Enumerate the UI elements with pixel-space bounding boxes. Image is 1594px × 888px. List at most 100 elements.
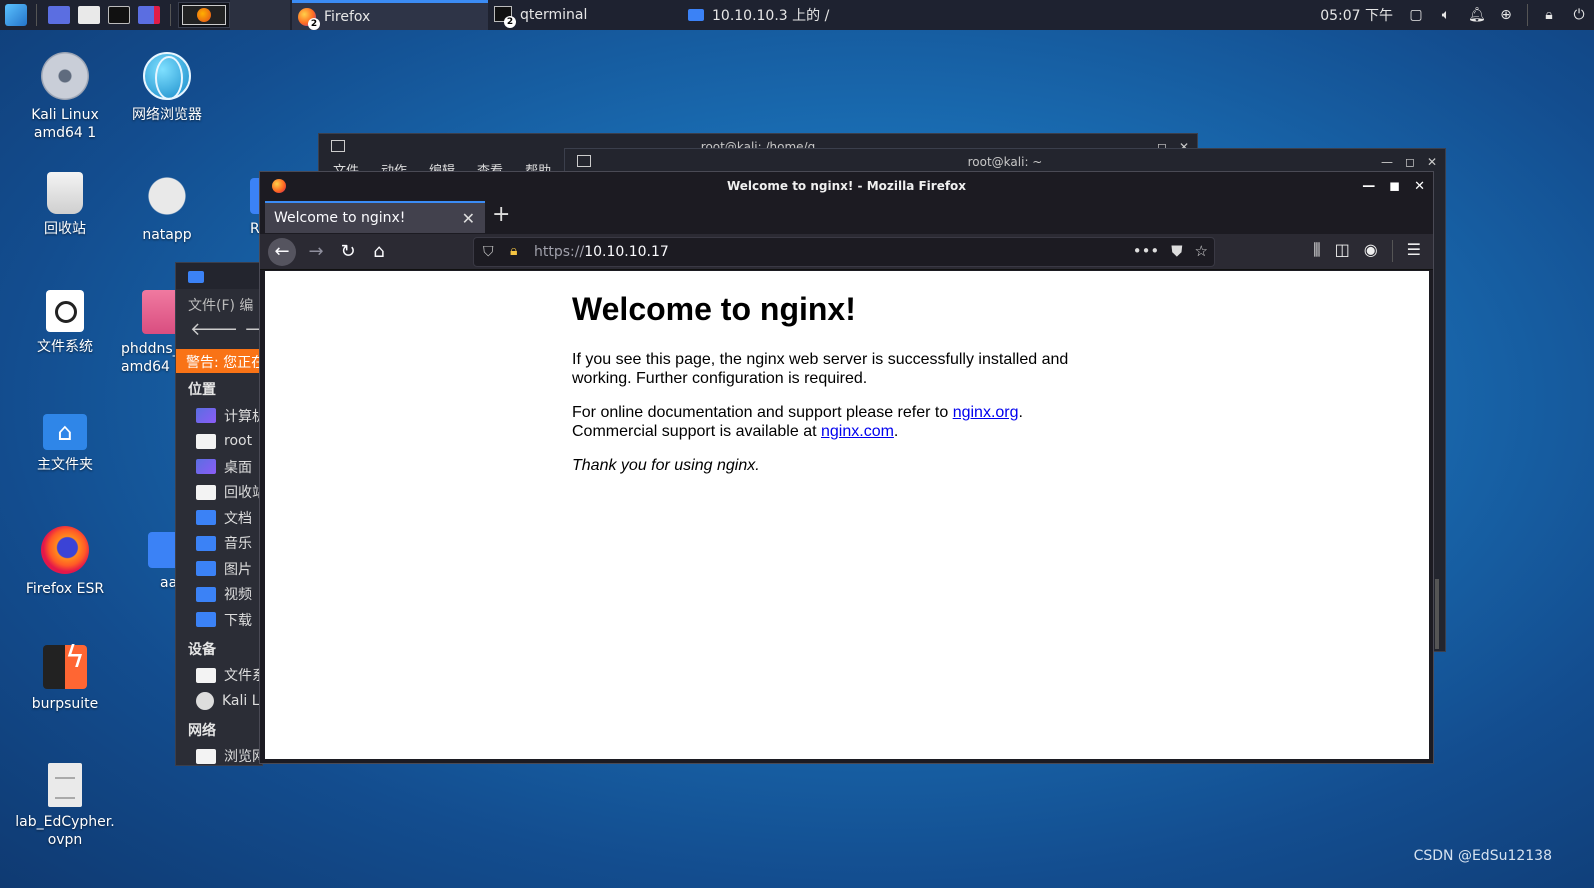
sidebar-item-desktop[interactable]: 桌面 bbox=[176, 454, 262, 480]
back-arrow-icon[interactable]: 🡐 bbox=[190, 319, 238, 340]
notification-bell-icon[interactable]: 🔔︎ bbox=[1468, 7, 1486, 23]
firefox-window[interactable]: Welcome to nginx! - Mozilla Firefox — ◼ … bbox=[259, 171, 1434, 764]
url-text[interactable]: https://10.10.10.17 bbox=[534, 244, 669, 260]
close-icon[interactable]: ✕ bbox=[1427, 155, 1437, 169]
account-icon[interactable]: ◉ bbox=[1364, 240, 1378, 262]
file-manager-window[interactable]: 文件(F) 编 🡐 🡒 警告: 您正在 位置 计算机 root 桌面 回收站 文… bbox=[175, 262, 263, 766]
desktop-icon-label: 文件系统 bbox=[37, 339, 93, 355]
task-file-manager[interactable]: 10.10.10.3 上的 / bbox=[682, 0, 882, 30]
sidebar-item-computer[interactable]: 计算机 bbox=[176, 403, 262, 429]
filesystem-icon bbox=[46, 290, 84, 332]
desktop-icon-ovpn-file[interactable]: lab_EdCypher.ovpn bbox=[15, 763, 115, 849]
window-count-badge: 2 bbox=[308, 17, 320, 30]
sidebar-toggle-icon[interactable]: ◫ bbox=[1335, 240, 1350, 262]
maximize-icon[interactable]: ◻ bbox=[1405, 155, 1415, 169]
folder-icon bbox=[688, 9, 704, 21]
tab-strip: Welcome to nginx! ✕ + bbox=[260, 200, 1433, 234]
thanks-text: Thank you for using nginx. bbox=[572, 457, 760, 474]
reload-button[interactable]: ↻ bbox=[334, 238, 362, 266]
file-manager-menubar[interactable]: 文件(F) 编 bbox=[176, 289, 262, 319]
thanks-message: Thank you for using nginx. bbox=[572, 456, 1082, 475]
nginx-com-link[interactable]: nginx.com bbox=[821, 423, 894, 440]
nginx-org-link[interactable]: nginx.org bbox=[953, 404, 1019, 421]
lock-screen-icon[interactable]: 🔒︎ bbox=[1541, 7, 1557, 23]
sidebar-item-music[interactable]: 音乐 bbox=[176, 531, 262, 557]
desktop-icon-burpsuite[interactable]: burpsuite bbox=[15, 645, 115, 713]
minimize-icon[interactable]: — bbox=[1381, 155, 1393, 169]
terminal-scrollbar[interactable] bbox=[1435, 579, 1439, 649]
toolbar-separator bbox=[1391, 240, 1393, 262]
desktop-icon-trash[interactable]: 回收站 bbox=[15, 172, 115, 238]
sidebar-item-documents[interactable]: 文档 bbox=[176, 505, 262, 531]
close-icon[interactable]: ✕ bbox=[1414, 179, 1425, 194]
file-manager-launcher[interactable] bbox=[78, 3, 102, 27]
sidebar-item-root[interactable]: root bbox=[176, 429, 262, 455]
sidebar-item-label: 浏览网络 bbox=[224, 749, 262, 766]
sidebar-item-label: root bbox=[224, 433, 253, 450]
sidebar-item-pictures[interactable]: 图片 bbox=[176, 556, 262, 582]
sidebar-item-downloads[interactable]: 下载 bbox=[176, 607, 262, 633]
page-content: Welcome to nginx! If you see this page, … bbox=[265, 271, 1429, 759]
home-button[interactable]: ⌂ bbox=[365, 238, 393, 266]
desktop-icon-web-browser[interactable]: 网络浏览器 bbox=[117, 52, 217, 124]
workspace-switcher[interactable] bbox=[178, 2, 230, 28]
sidebar-item-kali-disc[interactable]: Kali L bbox=[176, 688, 262, 714]
desktop-icon-phddns[interactable]: phddns_ amd64 bbox=[117, 290, 177, 376]
insecure-lock-warning-icon[interactable]: 🔒︎ bbox=[510, 243, 517, 259]
task-firefox[interactable]: 2 Firefox bbox=[292, 0, 488, 30]
pocket-icon[interactable]: ⛊ bbox=[1171, 242, 1182, 260]
url-bar[interactable]: ⛉ 🔒︎ https://10.10.10.17 ••• ⛊ ☆ bbox=[473, 237, 1215, 267]
desktop-icon-label: lab_EdCypher.ovpn bbox=[15, 814, 115, 848]
sidebar-item-label: 计算机 bbox=[224, 408, 263, 425]
terminal-launcher[interactable] bbox=[108, 3, 132, 27]
desktop-icon-firefox-esr[interactable]: Firefox ESR bbox=[15, 526, 115, 598]
sidebar-item-label: 回收站 bbox=[224, 485, 263, 502]
desktop-icon-kali-linux[interactable]: Kali Linux amd64 1 bbox=[15, 52, 115, 142]
taskbar-separator bbox=[36, 4, 37, 26]
close-tab-icon[interactable]: ✕ bbox=[462, 209, 475, 228]
nginx-welcome: Welcome to nginx! If you see this page, … bbox=[572, 289, 1082, 490]
desktop-icon-r[interactable]: R bbox=[220, 172, 260, 238]
new-tab-button[interactable]: + bbox=[492, 202, 510, 227]
maximize-icon[interactable]: ◼ bbox=[1389, 179, 1400, 194]
workspace-switcher-2[interactable] bbox=[230, 0, 290, 30]
desktop-icon-filesystem[interactable]: 文件系统 bbox=[15, 290, 115, 356]
volume-icon[interactable]: 🔈︎ bbox=[1438, 7, 1454, 23]
show-desktop-button[interactable] bbox=[48, 3, 72, 27]
desktop-icon-aa[interactable]: aa bbox=[140, 526, 175, 592]
power-icon[interactable]: ⏻ bbox=[1571, 7, 1587, 23]
minimize-icon[interactable]: — bbox=[1362, 179, 1375, 194]
sidebar-section-network: 网络 bbox=[188, 722, 216, 739]
desktop-icon-natapp[interactable]: natapp bbox=[117, 172, 217, 244]
display-icon[interactable]: ▢ bbox=[1408, 7, 1424, 23]
sidebar-item-videos[interactable]: 视频 bbox=[176, 582, 262, 608]
url-protocol: https:// bbox=[534, 244, 585, 260]
bookmark-star-icon[interactable]: ☆ bbox=[1195, 242, 1208, 260]
tracking-protection-shield-icon[interactable]: ⛉ bbox=[483, 244, 494, 260]
window-titlebar[interactable]: Welcome to nginx! - Mozilla Firefox — ◼ … bbox=[260, 172, 1433, 200]
tab-welcome-nginx[interactable]: Welcome to nginx! ✕ bbox=[265, 201, 485, 233]
computer-icon bbox=[196, 408, 216, 424]
task-qterminal[interactable]: 2 qterminal bbox=[488, 0, 678, 30]
page-actions-icon[interactable]: ••• bbox=[1133, 242, 1160, 260]
back-button[interactable]: ← bbox=[268, 238, 296, 266]
sidebar-item-filesystem[interactable]: 文件系统 bbox=[176, 663, 262, 689]
kali-menu-button[interactable] bbox=[4, 3, 28, 27]
sidebar-item-trash[interactable]: 回收站 bbox=[176, 480, 262, 506]
sidebar-item-browse-network[interactable]: 浏览网络 bbox=[176, 744, 262, 766]
desktop-icon-label: Firefox ESR bbox=[25, 581, 105, 597]
trash-icon bbox=[47, 172, 83, 214]
screen-recorder-launcher[interactable] bbox=[138, 3, 162, 27]
desktop-icon-home[interactable]: 主文件夹 bbox=[15, 408, 115, 474]
taskbar: 2 Firefox 2 qterminal 10.10.10.3 上的 / 05… bbox=[0, 0, 1594, 30]
clock[interactable]: 05:07 下午 bbox=[1320, 5, 1393, 25]
window-titlebar[interactable] bbox=[176, 263, 262, 289]
forward-button[interactable]: → bbox=[302, 238, 330, 266]
filesystem-icon bbox=[196, 667, 216, 683]
hamburger-menu-icon[interactable]: ☰ bbox=[1407, 240, 1421, 262]
library-icon[interactable]: ⫼ bbox=[1313, 240, 1320, 262]
window-count-badge: 2 bbox=[504, 16, 516, 28]
videos-folder-icon bbox=[196, 586, 216, 602]
window-title: Welcome to nginx! - Mozilla Firefox bbox=[726, 179, 967, 193]
update-icon[interactable]: ⊕ bbox=[1498, 7, 1514, 23]
